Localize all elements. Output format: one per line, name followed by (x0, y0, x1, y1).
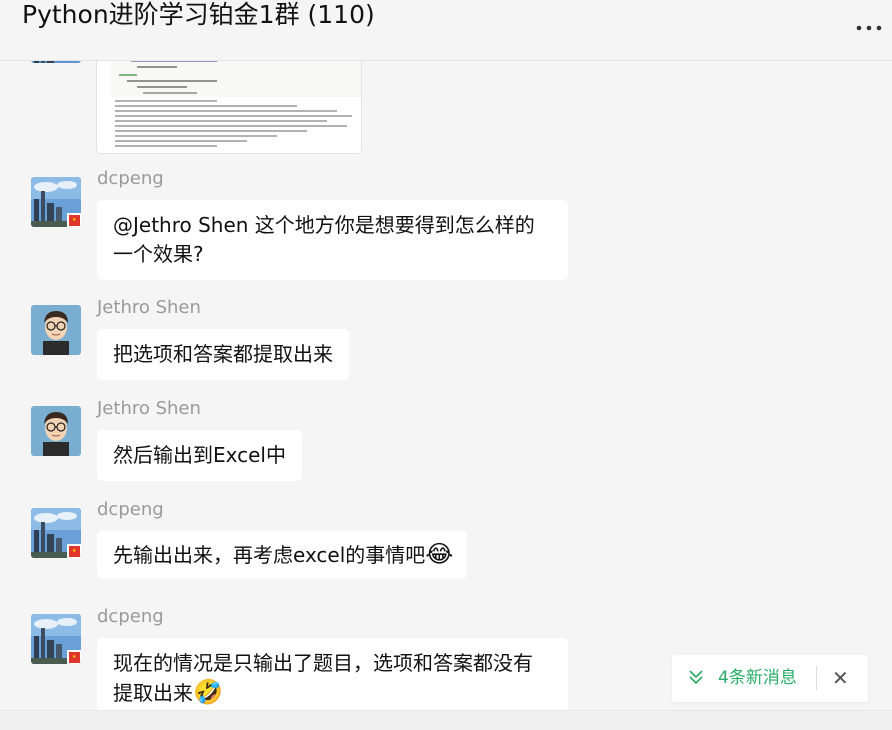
message-text: 先输出出来，再考虑excel的事情吧 (113, 543, 426, 567)
sender-name: dcpeng (97, 606, 164, 627)
svg-text:★: ★ (72, 217, 77, 223)
new-messages-count[interactable]: 4条新消息 (718, 666, 797, 690)
message-text: @Jethro Shen 这个地方你是想要得到怎么样的一个效果? (113, 213, 535, 266)
avatar-dcpeng[interactable]: ★ (31, 508, 81, 558)
more-icon[interactable] (856, 14, 882, 34)
laughing-tears-emoji-icon: 😂 (425, 540, 454, 568)
message-text: 把选项和答案都提取出来 (113, 342, 333, 366)
sender-name: dcpeng (97, 499, 164, 520)
double-chevron-down-icon (689, 669, 703, 689)
avatar-dcpeng[interactable]: ★ (31, 177, 81, 227)
message-bubble[interactable]: @Jethro Shen 这个地方你是想要得到怎么样的一个效果? (97, 200, 568, 280)
rolling-laughing-emoji-icon: 🤣 (193, 678, 223, 706)
sender-name: Jethro Shen (97, 297, 201, 318)
avatar-jethro-shen[interactable] (31, 305, 81, 355)
input-area-edge (0, 710, 892, 730)
chat-header: Python进阶学习铂金1群 (110) (0, 0, 892, 61)
message-bubble[interactable]: 先输出出来，再考虑excel的事情吧😂 (97, 531, 468, 579)
chat-title: Python进阶学习铂金1群 (110) (22, 0, 375, 29)
message-bubble[interactable]: 然后输出到Excel中 (97, 430, 302, 481)
divider (816, 666, 817, 690)
chat-area: ★ dcpeng @Jethro Shen 这个地方你是想要得到怎么样的一个效果… (0, 0, 892, 729)
message-bubble[interactable]: 把选项和答案都提取出来 (97, 329, 349, 380)
sender-name: Jethro Shen (97, 398, 201, 419)
message-text: 现在的情况是只输出了题目，选项和答案都没有提取出来 (113, 651, 533, 705)
avatar-dcpeng[interactable]: ★ (31, 614, 81, 664)
avatar-jethro-shen[interactable] (31, 406, 81, 456)
sender-name: dcpeng (97, 168, 164, 189)
message-bubble[interactable]: 现在的情况是只输出了题目，选项和答案都没有提取出来🤣 (97, 638, 568, 710)
svg-text:★: ★ (72, 548, 77, 554)
svg-text:★: ★ (72, 654, 77, 660)
message-text: 然后输出到Excel中 (113, 443, 286, 467)
new-messages-toast[interactable]: 4条新消息 ✕ (672, 655, 868, 702)
close-icon[interactable]: ✕ (832, 665, 849, 691)
